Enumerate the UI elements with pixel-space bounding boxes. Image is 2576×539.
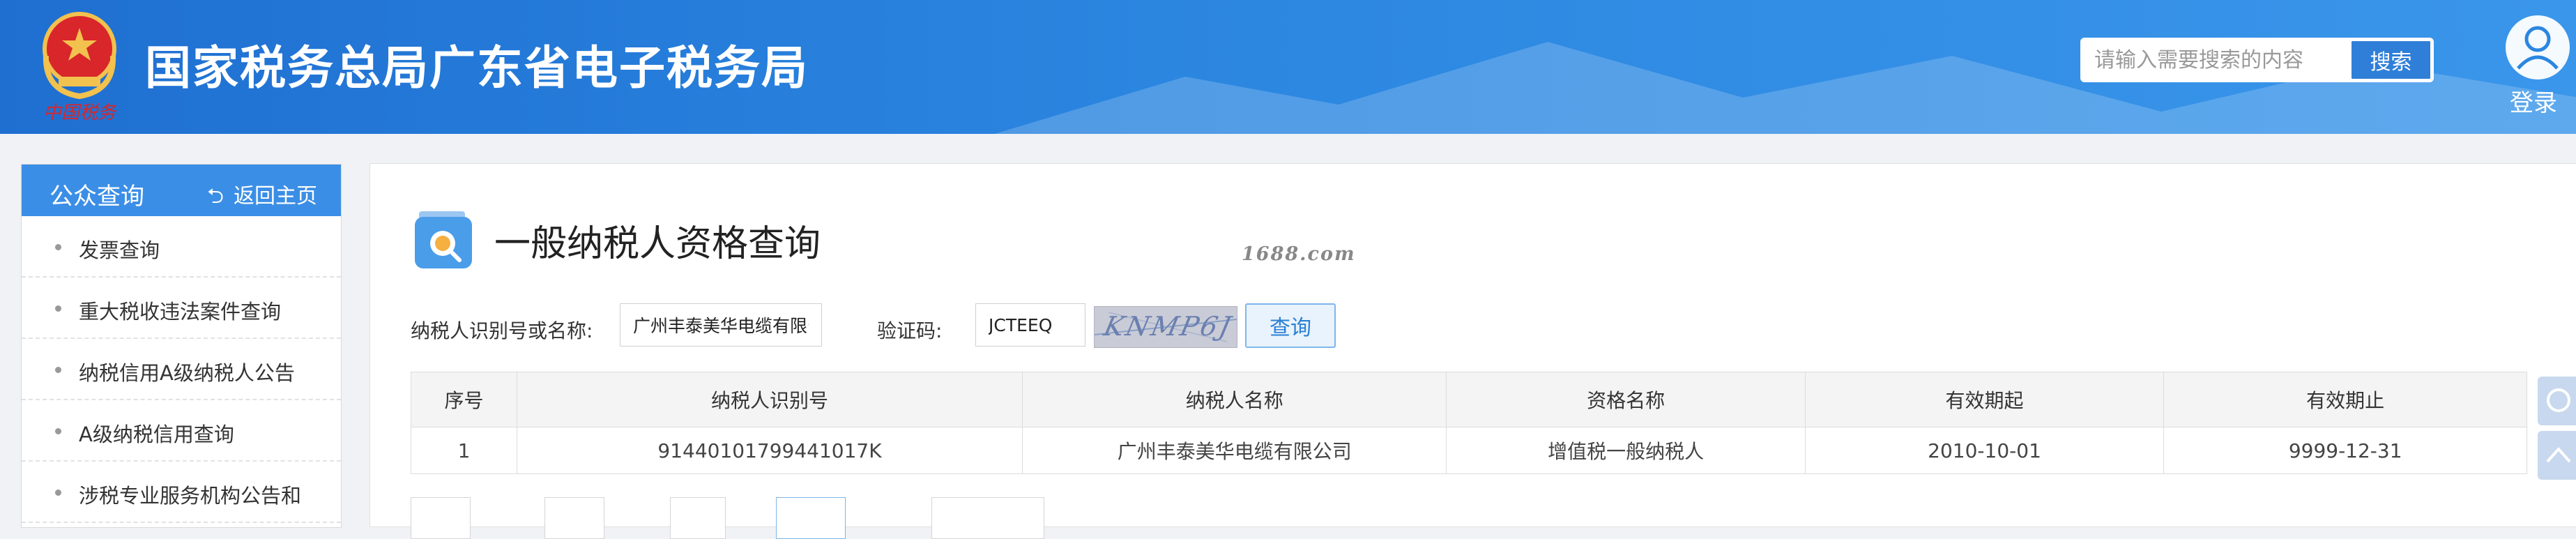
- table-cell: 广州丰泰美华电缆有限公司: [1021, 427, 1447, 474]
- sidebar-item-label: 发票查询: [79, 238, 160, 262]
- column-header: 纳税人识别号: [517, 372, 1023, 427]
- watermark: 1688.com: [1242, 243, 1356, 265]
- column-header: 序号: [410, 372, 518, 427]
- column-header: 资格名称: [1446, 372, 1806, 427]
- column-header: 纳税人名称: [1021, 372, 1447, 427]
- query-button[interactable]: 查询: [1245, 303, 1336, 348]
- national-emblem-icon: 中国税务: [43, 12, 117, 123]
- pager-page-input[interactable]: [670, 497, 726, 539]
- captcha-input[interactable]: [975, 303, 1085, 347]
- captcha-image[interactable]: KNMP6J: [1094, 306, 1237, 348]
- login-link[interactable]: 登录: [2510, 84, 2557, 118]
- bullet-icon: [55, 428, 61, 434]
- site-title: 国家税务总局广东省电子税务局: [145, 41, 809, 95]
- bullet-icon: [55, 367, 61, 373]
- table-header-row: 序号 纳税人识别号 纳税人名称 资格名称 有效期起 有效期止: [410, 372, 2527, 427]
- pager-prev-button[interactable]: [544, 497, 604, 539]
- pager-go-button[interactable]: [776, 497, 846, 539]
- pager-first-button[interactable]: [411, 497, 471, 539]
- table-cell: 1: [410, 427, 518, 474]
- back-home-link[interactable]: ⮌ 返回主页: [207, 179, 317, 216]
- search-button[interactable]: 搜索: [2351, 40, 2431, 79]
- table-row: 1 91440101799441017K 广州丰泰美华电缆有限公司 增值税一般纳…: [410, 427, 2527, 474]
- sidebar-item-label: 重大税收违法案件查询: [79, 300, 282, 324]
- sidebar-item-tax-service-agency[interactable]: 涉税专业服务机构公告和: [22, 462, 341, 523]
- table-cell: 9999-12-31: [2163, 427, 2527, 474]
- back-to-top-icon[interactable]: [2538, 431, 2576, 480]
- search-document-icon: [415, 211, 472, 268]
- pager-size-select[interactable]: [931, 497, 1044, 539]
- site-header: 中国税务 国家税务总局广东省电子税务局 搜索 登录: [0, 0, 2576, 134]
- search-box: 搜索: [2080, 38, 2434, 82]
- sidebar-item-tax-violation[interactable]: 重大税收违法案件查询: [22, 278, 341, 339]
- captcha-text: KNMP6J: [1101, 311, 1236, 342]
- main-panel: 一般纳税人资格查询 1688.com 纳税人识别号或名称: 验证码: KNMP6…: [369, 163, 2576, 539]
- column-header: 有效期起: [1804, 372, 2165, 427]
- page-title: 一般纳税人资格查询: [494, 223, 821, 265]
- sidebar-item-label: A级纳税信用查询: [79, 423, 234, 446]
- result-table: 序号 纳税人识别号 纳税人名称 资格名称 有效期起 有效期止 1 9144010…: [410, 372, 2527, 474]
- customer-service-icon[interactable]: [2538, 377, 2576, 425]
- column-header: 有效期止: [2163, 372, 2527, 427]
- table-cell: 91440101799441017K: [517, 427, 1023, 474]
- back-home-label: 返回主页: [234, 184, 317, 208]
- svg-text:中国税务: 中国税务: [43, 103, 117, 123]
- search-input[interactable]: [2080, 38, 2340, 82]
- bullet-icon: [55, 244, 61, 250]
- sidebar-item-label: 涉税专业服务机构公告和: [79, 484, 302, 508]
- user-icon[interactable]: [2506, 15, 2570, 79]
- table-cell: 2010-10-01: [1804, 427, 2165, 474]
- taxpayer-label: 纳税人识别号或名称:: [411, 319, 593, 342]
- sidebar: 公众查询 ⮌ 返回主页 发票查询 重大税收违法案件查询 纳税信用A级纳税人公告 A…: [21, 164, 342, 528]
- bullet-icon: [55, 305, 61, 312]
- sidebar-title: 公众查询: [49, 183, 144, 211]
- table-cell: 增值税一般纳税人: [1446, 427, 1806, 474]
- sidebar-item-a-level-credit[interactable]: A级纳税信用查询: [22, 400, 341, 462]
- sidebar-item-label: 纳税信用A级纳税人公告: [79, 361, 295, 385]
- taxpayer-input[interactable]: [620, 303, 822, 347]
- captcha-label: 验证码:: [877, 319, 943, 342]
- bullet-icon: [55, 489, 61, 496]
- sidebar-item-invoice[interactable]: 发票查询: [22, 216, 341, 278]
- back-arrow-icon: ⮌: [206, 184, 224, 208]
- sidebar-item-a-level-notice[interactable]: 纳税信用A级纳税人公告: [22, 339, 341, 400]
- sidebar-header: 公众查询 ⮌ 返回主页: [22, 165, 341, 216]
